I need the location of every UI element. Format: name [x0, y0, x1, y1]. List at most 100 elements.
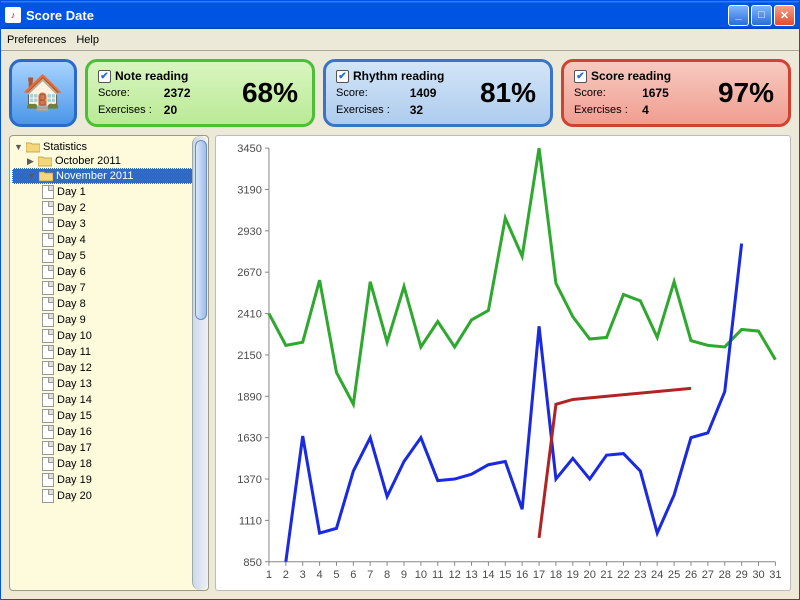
value-pct: 68%	[203, 77, 303, 109]
svg-text:23: 23	[634, 569, 646, 581]
tree-day[interactable]: Day 15	[12, 408, 206, 424]
file-icon	[42, 201, 54, 215]
tree-day[interactable]: Day 7	[12, 280, 206, 296]
svg-text:1890: 1890	[237, 391, 262, 403]
tree-day[interactable]: Day 4	[12, 232, 206, 248]
value-score: 1675	[642, 86, 671, 100]
svg-text:1370: 1370	[237, 474, 262, 486]
tree-day[interactable]: Day 11	[12, 344, 206, 360]
value-exercises: 4	[642, 103, 671, 117]
tree-day[interactable]: Day 1	[12, 184, 206, 200]
tree-day[interactable]: Day 16	[12, 424, 206, 440]
file-icon	[42, 313, 54, 327]
svg-text:24: 24	[651, 569, 663, 581]
tree-day[interactable]: Day 2	[12, 200, 206, 216]
svg-text:30: 30	[752, 569, 764, 581]
svg-text:1: 1	[266, 569, 272, 581]
label-score: Score:	[336, 87, 398, 99]
close-button[interactable]: ✕	[774, 5, 795, 26]
label-score: Score:	[98, 87, 152, 99]
svg-text:850: 850	[243, 557, 261, 569]
checkbox-rhythm[interactable]: ✔	[336, 70, 349, 83]
svg-text:11: 11	[432, 569, 444, 581]
tree-month[interactable]: ▶October 2011	[12, 154, 206, 168]
menu-preferences[interactable]: Preferences	[7, 34, 66, 46]
card-rhythm-reading: ✔Rhythm reading Score: 1409 81% Exercise…	[323, 59, 553, 127]
tree-day[interactable]: Day 18	[12, 456, 206, 472]
tree-day[interactable]: Day 10	[12, 328, 206, 344]
tree-month[interactable]: ▼November 2011	[12, 168, 206, 184]
tree-day[interactable]: Day 20	[12, 488, 206, 504]
window-controls: _ □ ✕	[728, 5, 795, 26]
svg-text:14: 14	[482, 569, 494, 581]
svg-text:2930: 2930	[237, 226, 262, 238]
svg-text:1630: 1630	[237, 433, 262, 445]
tree-day[interactable]: Day 14	[12, 392, 206, 408]
svg-text:29: 29	[735, 569, 747, 581]
scrollbar-thumb[interactable]	[195, 140, 207, 320]
folder-icon	[39, 171, 53, 182]
file-icon	[42, 329, 54, 343]
tree-day[interactable]: Day 12	[12, 360, 206, 376]
file-icon	[42, 393, 54, 407]
home-button[interactable]: 🏠	[9, 59, 77, 127]
svg-text:16: 16	[516, 569, 528, 581]
maximize-button[interactable]: □	[751, 5, 772, 26]
minimize-button[interactable]: _	[728, 5, 749, 26]
svg-text:13: 13	[465, 569, 477, 581]
tree-day[interactable]: Day 9	[12, 312, 206, 328]
checkbox-note[interactable]: ✔	[98, 70, 111, 83]
svg-text:21: 21	[600, 569, 612, 581]
card-title: Score reading	[591, 69, 671, 83]
svg-text:1110: 1110	[239, 515, 262, 527]
svg-text:2: 2	[283, 569, 289, 581]
file-icon	[42, 345, 54, 359]
value-exercises: 20	[164, 103, 191, 117]
tree-day[interactable]: Day 13	[12, 376, 206, 392]
svg-text:26: 26	[685, 569, 697, 581]
app-window: ♪ Score Date _ □ ✕ Preferences Help 🏠 ✔ N…	[0, 0, 800, 600]
tree-day[interactable]: Day 8	[12, 296, 206, 312]
label-exercises: Exercises :	[574, 104, 630, 116]
app-icon: ♪	[5, 7, 21, 23]
svg-text:5: 5	[333, 569, 339, 581]
card-note-reading: ✔ Note reading Score: 2372 68% Exercises …	[85, 59, 315, 127]
tree-day[interactable]: Day 6	[12, 264, 206, 280]
label-exercises: Exercises :	[98, 104, 152, 116]
svg-text:10: 10	[415, 569, 427, 581]
tree-scrollbar[interactable]	[192, 136, 208, 590]
checkbox-score[interactable]: ✔	[574, 70, 587, 83]
tree-day[interactable]: Day 19	[12, 472, 206, 488]
svg-text:18: 18	[550, 569, 562, 581]
summary-cards: 🏠 ✔ Note reading Score: 2372 68% Exercise…	[1, 51, 799, 135]
window-title: Score Date	[26, 8, 728, 23]
menubar: Preferences Help	[1, 29, 799, 51]
svg-text:3190: 3190	[237, 185, 262, 197]
file-icon	[42, 489, 54, 503]
svg-text:27: 27	[702, 569, 714, 581]
svg-text:20: 20	[584, 569, 596, 581]
tree-root[interactable]: ▼Statistics	[12, 140, 206, 154]
file-icon	[42, 473, 54, 487]
tree-day[interactable]: Day 17	[12, 440, 206, 456]
value-score: 1409	[410, 86, 445, 100]
label-exercises: Exercises :	[336, 104, 398, 116]
value-score: 2372	[164, 86, 191, 100]
file-icon	[42, 425, 54, 439]
folder-icon	[38, 156, 52, 167]
file-icon	[42, 185, 54, 199]
svg-text:15: 15	[499, 569, 511, 581]
file-icon	[42, 409, 54, 423]
titlebar[interactable]: ♪ Score Date _ □ ✕	[1, 1, 799, 29]
tree-day[interactable]: Day 5	[12, 248, 206, 264]
svg-text:7: 7	[367, 569, 373, 581]
svg-text:9: 9	[401, 569, 407, 581]
card-title: Note reading	[115, 69, 188, 83]
svg-text:3450: 3450	[237, 143, 262, 155]
chart-panel: 8501110137016301890215024102670293031903…	[215, 135, 791, 591]
svg-text:4: 4	[316, 569, 322, 581]
file-icon	[42, 217, 54, 231]
menu-help[interactable]: Help	[76, 34, 99, 46]
tree-day[interactable]: Day 3	[12, 216, 206, 232]
tree-panel: ▼Statistics▶October 2011▼November 2011Da…	[9, 135, 209, 591]
